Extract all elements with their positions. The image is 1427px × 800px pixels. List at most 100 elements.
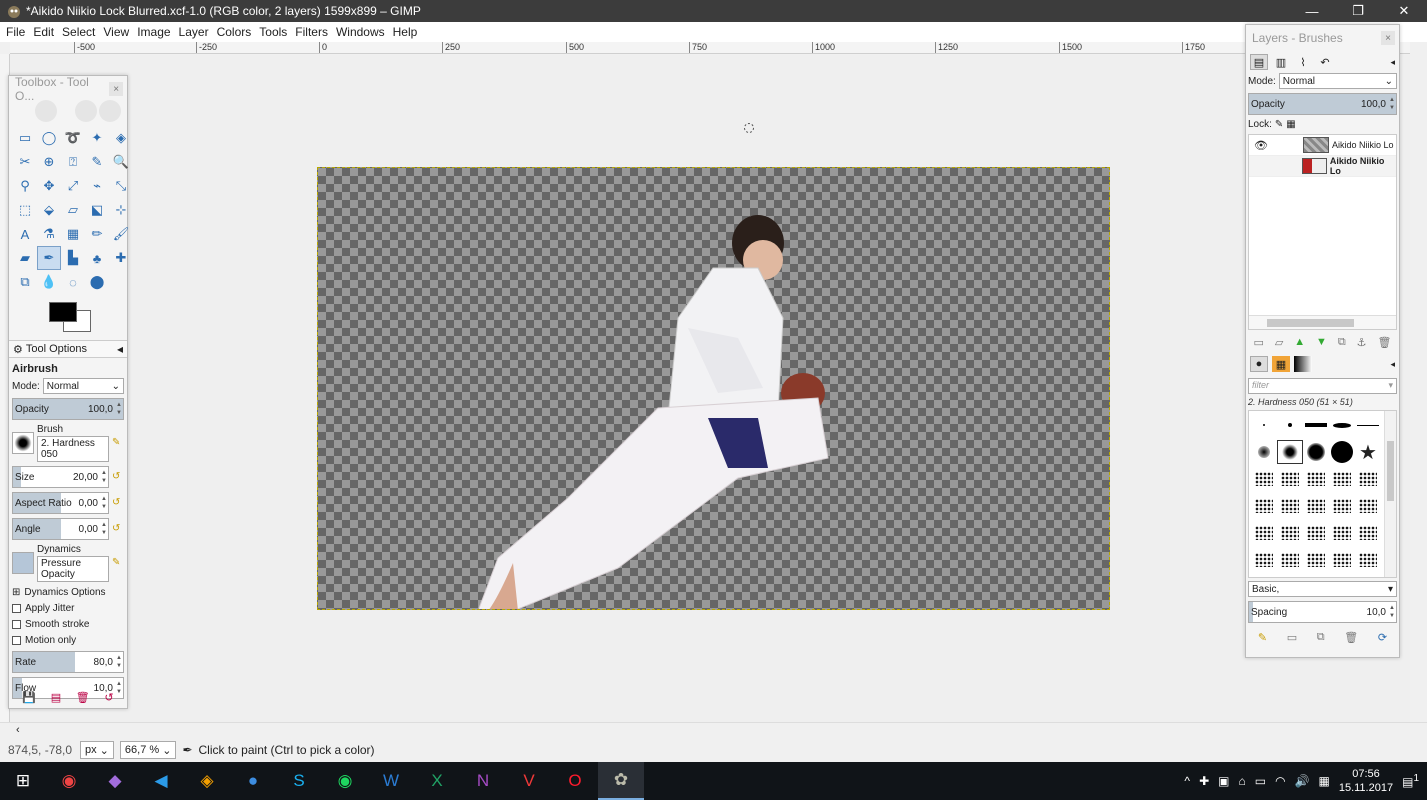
tray-volume-icon[interactable]: 🔊	[1295, 774, 1310, 788]
eraser-tool-icon[interactable]: ▰	[13, 246, 37, 270]
opacity-slider[interactable]: Opacity 100,0 ▲ ▼	[12, 398, 124, 420]
brush-cell[interactable]	[1251, 413, 1277, 437]
menu-image[interactable]: Image	[133, 25, 174, 39]
tab-menu-icon[interactable]: ◂	[117, 342, 123, 356]
layer-row[interactable]: 👁 Aikido Niikio Lo	[1249, 135, 1396, 156]
layer-opacity-slider[interactable]: Opacity 100,0 ▲ ▼	[1248, 93, 1397, 115]
layers-dock-close-button[interactable]: ×	[1381, 31, 1395, 45]
heal-tool-icon[interactable]: ✚	[109, 246, 133, 270]
image-canvas[interactable]	[317, 167, 1110, 610]
aspect-ratio-slider[interactable]: Aspect Ratio 0,00 ▲ ▼	[12, 492, 109, 514]
layers-dock-titlebar[interactable]: Layers - Brushes ×	[1246, 25, 1399, 51]
foreground-select-tool-icon[interactable]: ⊕	[37, 150, 61, 174]
menu-layer[interactable]: Layer	[175, 25, 213, 39]
airbrush-tool-icon[interactable]: ✒	[37, 246, 61, 270]
brush-cell[interactable]	[1251, 467, 1277, 491]
action-center-icon[interactable]: ▤1	[1402, 773, 1419, 789]
toolbox-close-button[interactable]: ×	[109, 82, 123, 96]
reset-angle-icon[interactable]: ↺	[112, 523, 124, 535]
brush-cell[interactable]	[1277, 494, 1303, 518]
brush-cell[interactable]	[1303, 521, 1329, 545]
brush-cell[interactable]	[1303, 494, 1329, 518]
tray-defender-icon[interactable]: ▣	[1218, 774, 1229, 788]
menu-edit[interactable]: Edit	[29, 25, 58, 39]
brush-cell[interactable]: ★	[1355, 440, 1381, 464]
brush-cell[interactable]	[1355, 494, 1381, 518]
tab-brushes-icon[interactable]: ●	[1250, 356, 1268, 372]
duplicate-brush-icon[interactable]: ⧉	[1317, 631, 1325, 644]
delete-layer-icon[interactable]: 🗑	[1377, 336, 1391, 349]
color-picker-tool-icon[interactable]: ✎	[85, 150, 109, 174]
delete-options-icon[interactable]: 🗑	[76, 691, 90, 704]
lower-layer-icon[interactable]: ▼	[1316, 336, 1327, 349]
layer-name[interactable]: Aikido Niikio Lo	[1330, 156, 1396, 176]
menu-colors[interactable]: Colors	[213, 25, 256, 39]
dodge-burn-tool-icon[interactable]: ⬤	[85, 270, 109, 294]
zoom-tool-icon[interactable]: 🔍	[109, 150, 133, 174]
menu-file[interactable]: File	[2, 25, 29, 39]
brush-cell[interactable]	[1329, 467, 1355, 491]
perspective-clone-tool-icon[interactable]: ⧉	[13, 270, 37, 294]
reset-aspect-icon[interactable]: ↺	[112, 497, 124, 509]
paintbrush-tool-icon[interactable]: 🖌	[109, 222, 133, 246]
brush-grid-scrollbar[interactable]	[1384, 411, 1396, 577]
tray-keyboard-icon[interactable]: ▦	[1319, 774, 1330, 788]
brush-cell[interactable]	[1251, 440, 1277, 464]
layer-list-scrollbar[interactable]	[1249, 315, 1396, 329]
vertical-scrollbar[interactable]	[1410, 42, 1427, 742]
brush-cell[interactable]	[1355, 521, 1381, 545]
foreground-color-swatch[interactable]	[49, 302, 77, 322]
start-button-windows-icon[interactable]: ⊞	[0, 762, 46, 800]
shear-tool-icon[interactable]: ⬙	[37, 198, 61, 222]
layer-row[interactable]: Aikido Niikio Lo	[1249, 156, 1396, 177]
brush-cell[interactable]	[1329, 548, 1355, 572]
ellipse-select-tool-icon[interactable]: ◯	[37, 126, 61, 150]
system-clock[interactable]: 07:56 15.11.2017	[1339, 767, 1393, 795]
brush-cell[interactable]	[1355, 548, 1381, 572]
rect-select-tool-icon[interactable]: ▭	[13, 126, 37, 150]
apply-jitter-checkbox[interactable]: Apply Jitter	[12, 603, 124, 614]
onenote-icon[interactable]: N	[460, 762, 506, 800]
ink-tool-icon[interactable]: ▙	[61, 246, 85, 270]
brush-cell[interactable]	[1303, 548, 1329, 572]
tab-menu-icon[interactable]: ◂	[1390, 359, 1395, 370]
tray-battery-icon[interactable]: ▭	[1255, 774, 1266, 788]
spotify-icon[interactable]: ◉	[322, 762, 368, 800]
reset-size-icon[interactable]: ↺	[112, 471, 124, 483]
align-tool-icon[interactable]: ⤢	[61, 174, 85, 198]
excel-icon[interactable]: X	[414, 762, 460, 800]
edit-brush-icon[interactable]: ✎	[112, 437, 124, 449]
tab-undo-icon[interactable]: ↶	[1316, 54, 1334, 70]
perspective-tool-icon[interactable]: ▱	[61, 198, 85, 222]
rate-slider[interactable]: Rate 80,0 ▲ ▼	[12, 651, 124, 673]
new-layer-group-icon[interactable]: ▱	[1275, 336, 1283, 349]
brush-cell[interactable]	[1251, 521, 1277, 545]
measure-tool-icon[interactable]: ⚲	[13, 174, 37, 198]
smooth-stroke-checkbox[interactable]: Smooth stroke	[12, 619, 124, 630]
word-icon[interactable]: W	[368, 762, 414, 800]
color-select-tool-icon[interactable]: ◈	[109, 126, 133, 150]
menu-tools[interactable]: Tools	[255, 25, 291, 39]
edit-brush-icon[interactable]: ✎	[1258, 631, 1267, 644]
lock-pixels-icon[interactable]: ✎	[1275, 119, 1283, 130]
git-icon[interactable]: ◈	[184, 762, 230, 800]
horizontal-ruler[interactable]: -500 -250 0 250 500 750 1000 1250 1500 1…	[10, 42, 1410, 54]
brush-filter-input[interactable]: filter ▾	[1248, 378, 1397, 394]
restore-options-icon[interactable]: ▤	[51, 691, 61, 704]
delete-brush-icon[interactable]: 🗑	[1344, 631, 1358, 644]
blender-icon[interactable]: ●	[230, 762, 276, 800]
zoom-dropdown[interactable]: 66,7 % ⌄	[119, 741, 177, 759]
brush-cell[interactable]	[1277, 413, 1303, 437]
duplicate-layer-icon[interactable]: ⧉	[1338, 336, 1346, 349]
menu-view[interactable]: View	[99, 25, 133, 39]
chrome-icon[interactable]: ◉	[46, 762, 92, 800]
brush-cell[interactable]	[1277, 467, 1303, 491]
refresh-brushes-icon[interactable]: ⟳	[1378, 631, 1387, 644]
brush-cell[interactable]	[1277, 548, 1303, 572]
menu-filters[interactable]: Filters	[291, 25, 332, 39]
brush-preview[interactable]	[12, 432, 34, 454]
scroll-left-icon[interactable]: ‹	[16, 724, 20, 736]
new-brush-icon[interactable]: ▭	[1287, 631, 1297, 644]
vscode-icon[interactable]: ◀	[138, 762, 184, 800]
tray-wifi-icon[interactable]: ◠	[1275, 774, 1285, 788]
